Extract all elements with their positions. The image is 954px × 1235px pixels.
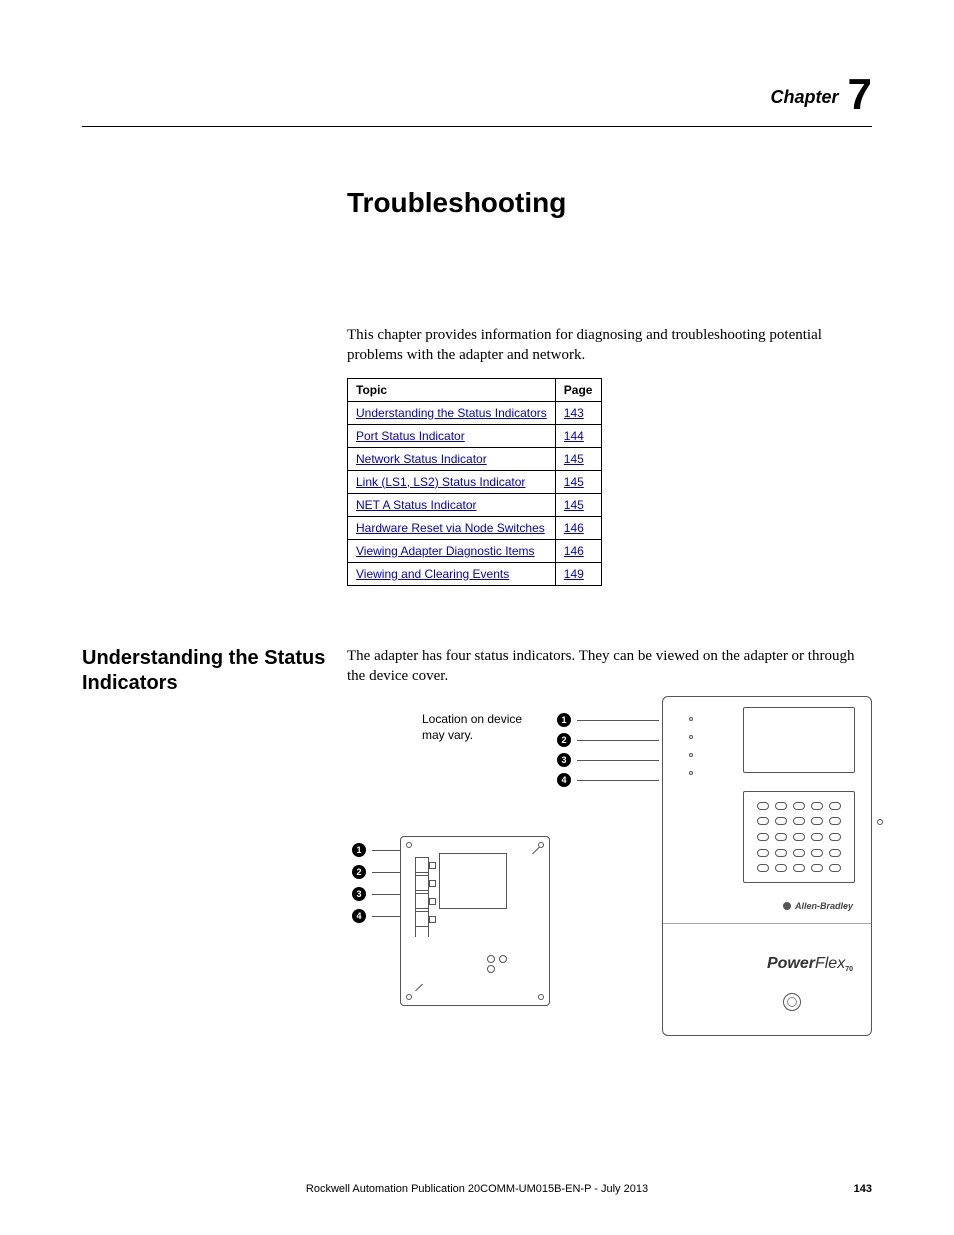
leader-line-icon bbox=[577, 780, 659, 781]
callouts-large: 1 2 3 4 bbox=[557, 710, 659, 790]
led-column-icon bbox=[689, 717, 693, 789]
powerflex-device-icon: Allen-Bradley PowerFlex70 bbox=[662, 696, 872, 1036]
product-light: Flex bbox=[815, 955, 845, 972]
product-strong: Power bbox=[767, 955, 815, 972]
leader-line-icon bbox=[372, 872, 400, 873]
led-icon bbox=[689, 753, 693, 757]
table-row: Port Status Indicator 144 bbox=[348, 424, 602, 447]
section-row: Understanding the Status Indicators The … bbox=[82, 646, 872, 1057]
screw-hole-icon bbox=[538, 994, 544, 1000]
leader-line-icon bbox=[372, 850, 400, 851]
table-row: Hardware Reset via Node Switches 146 bbox=[348, 516, 602, 539]
led-icon bbox=[689, 717, 693, 721]
topic-link[interactable]: Link (LS1, LS2) Status Indicator bbox=[348, 470, 556, 493]
callout-2-icon: 2 bbox=[352, 865, 366, 879]
table-row: Viewing Adapter Diagnostic Items 146 bbox=[348, 539, 602, 562]
leader-line-icon bbox=[577, 720, 659, 721]
leader-line-icon bbox=[577, 740, 659, 741]
callout-3-icon: 3 bbox=[352, 887, 366, 901]
product-sub: 70 bbox=[845, 966, 853, 973]
location-note: Location on device may vary. bbox=[422, 712, 522, 743]
leader-line-icon bbox=[577, 760, 659, 761]
chapter-header: Chapter 7 bbox=[82, 70, 872, 127]
adapter-module-icon bbox=[400, 836, 550, 1006]
th-page: Page bbox=[555, 378, 601, 401]
page-title: Troubleshooting bbox=[347, 187, 872, 219]
section-text: The adapter has four status indicators. … bbox=[347, 646, 872, 687]
screw-hole-icon bbox=[538, 842, 544, 848]
table-row: Understanding the Status Indicators 143 bbox=[348, 401, 602, 424]
switch-dials-icon bbox=[487, 955, 507, 975]
topic-link[interactable]: Viewing Adapter Diagnostic Items bbox=[348, 539, 556, 562]
page-link[interactable]: 146 bbox=[555, 516, 601, 539]
callout-1-icon: 1 bbox=[557, 713, 571, 727]
location-note-line2: may vary. bbox=[422, 728, 473, 742]
status-indicator-diagram: Location on device may vary. 1 2 3 4 bbox=[82, 696, 872, 1056]
topic-link[interactable]: Port Status Indicator bbox=[348, 424, 556, 447]
th-topic: Topic bbox=[348, 378, 556, 401]
page-link[interactable]: 143 bbox=[555, 401, 601, 424]
callout-3-icon: 3 bbox=[557, 753, 571, 767]
divider-icon bbox=[663, 923, 871, 924]
chapter-label: Chapter bbox=[770, 87, 838, 107]
led-icon bbox=[689, 771, 693, 775]
topic-link[interactable]: Viewing and Clearing Events bbox=[348, 562, 556, 585]
screw-hole-icon bbox=[406, 842, 412, 848]
page-footer: Rockwell Automation Publication 20COMM-U… bbox=[82, 1183, 872, 1195]
page-link[interactable]: 149 bbox=[555, 562, 601, 585]
leader-line-icon bbox=[372, 916, 400, 917]
topics-table: Topic Page Understanding the Status Indi… bbox=[347, 378, 602, 586]
page-link[interactable]: 146 bbox=[555, 539, 601, 562]
table-row: Link (LS1, LS2) Status Indicator 145 bbox=[348, 470, 602, 493]
page-link[interactable]: 145 bbox=[555, 470, 601, 493]
knob-icon bbox=[783, 993, 801, 1011]
topic-link[interactable]: Understanding the Status Indicators bbox=[348, 401, 556, 424]
table-row: Viewing and Clearing Events 149 bbox=[348, 562, 602, 585]
table-row: Network Status Indicator 145 bbox=[348, 447, 602, 470]
small-screen-icon bbox=[439, 853, 507, 909]
page-number: 143 bbox=[854, 1183, 872, 1195]
keypad-icon bbox=[743, 791, 855, 883]
topic-link[interactable]: NET A Status Indicator bbox=[348, 493, 556, 516]
side-indicator-icon bbox=[877, 819, 883, 825]
topic-link[interactable]: Hardware Reset via Node Switches bbox=[348, 516, 556, 539]
product-logo: PowerFlex70 bbox=[767, 955, 853, 973]
screw-hole-icon bbox=[406, 994, 412, 1000]
publication-label: Rockwell Automation Publication 20COMM-U… bbox=[82, 1183, 872, 1195]
brand-label: Allen-Bradley bbox=[783, 901, 853, 911]
location-note-line1: Location on device bbox=[422, 712, 522, 726]
led-icon bbox=[689, 735, 693, 739]
page-link[interactable]: 145 bbox=[555, 493, 601, 516]
port-column-icon bbox=[415, 857, 429, 937]
topic-link[interactable]: Network Status Indicator bbox=[348, 447, 556, 470]
page-link[interactable]: 145 bbox=[555, 447, 601, 470]
chapter-number: 7 bbox=[848, 70, 872, 119]
intro-paragraph: This chapter provides information for di… bbox=[347, 325, 872, 366]
leader-line-icon bbox=[372, 894, 400, 895]
callout-1-icon: 1 bbox=[352, 843, 366, 857]
table-row: NET A Status Indicator 145 bbox=[348, 493, 602, 516]
page-link[interactable]: 144 bbox=[555, 424, 601, 447]
section-body: The adapter has four status indicators. … bbox=[347, 646, 872, 1057]
display-screen-icon bbox=[743, 707, 855, 773]
callout-4-icon: 4 bbox=[352, 909, 366, 923]
callouts-small: 1 2 3 4 bbox=[352, 839, 400, 927]
callout-2-icon: 2 bbox=[557, 733, 571, 747]
callout-4-icon: 4 bbox=[557, 773, 571, 787]
